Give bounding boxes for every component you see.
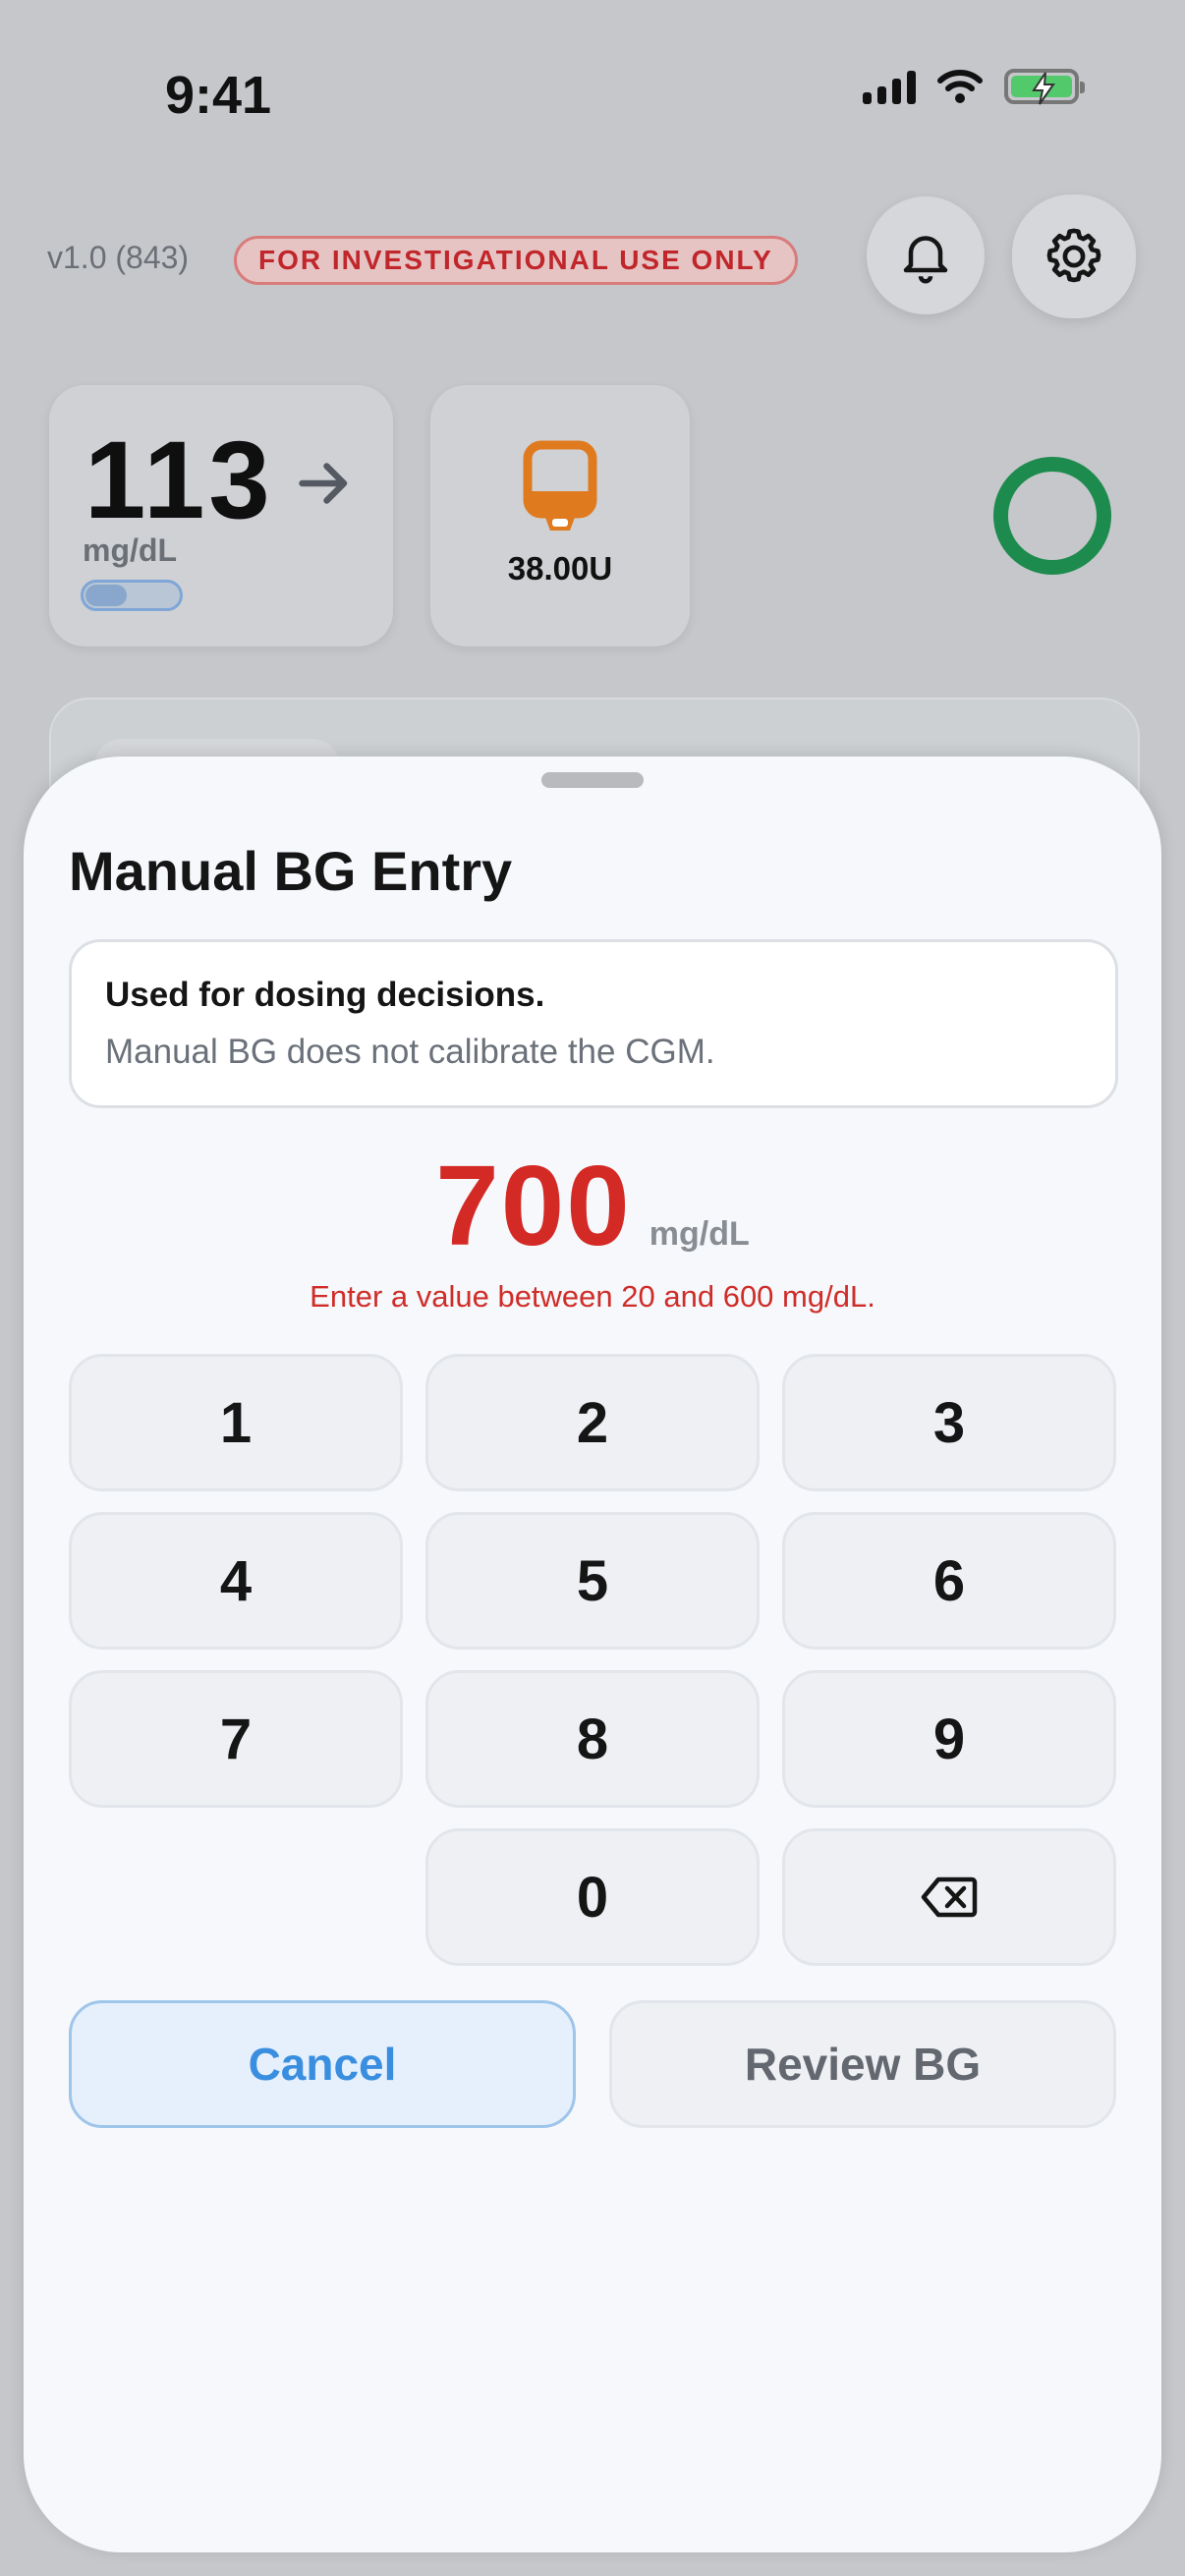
cellular-signal-icon xyxy=(863,69,916,104)
glucose-value: 113 xyxy=(85,419,274,541)
key-8[interactable]: 8 xyxy=(425,1670,760,1808)
key-6[interactable]: 6 xyxy=(782,1512,1116,1650)
key-5[interactable]: 5 xyxy=(425,1512,760,1650)
notifications-button[interactable] xyxy=(867,196,985,314)
backspace-key[interactable] xyxy=(782,1828,1116,1966)
entry-display: 700 mg/dL xyxy=(24,1140,1161,1271)
glucose-unit: mg/dL xyxy=(83,532,177,568)
key-1[interactable]: 1 xyxy=(69,1354,403,1491)
badge-label: FOR INVESTIGATIONAL USE ONLY xyxy=(258,245,773,275)
loop-status-ring[interactable] xyxy=(993,457,1111,575)
sheet-grabber[interactable] xyxy=(541,772,644,788)
info-box: Used for dosing decisions. Manual BG doe… xyxy=(69,939,1118,1108)
info-title: Used for dosing decisions. xyxy=(105,976,545,1014)
pump-card[interactable]: 38.00U xyxy=(430,385,690,646)
key-3[interactable]: 3 xyxy=(782,1354,1116,1491)
validation-error: Enter a value between 20 and 600 mg/dL. xyxy=(310,1279,875,1314)
key-0[interactable]: 0 xyxy=(425,1828,760,1966)
gear-icon xyxy=(1046,228,1101,283)
entry-value: 700 xyxy=(435,1142,632,1269)
wifi-icon xyxy=(937,70,983,103)
app-version: v1.0 (843) xyxy=(47,240,190,275)
manual-bg-sheet: Manual BG Entry Used for dosing decision… xyxy=(24,756,1161,2552)
review-bg-button[interactable]: Review BG xyxy=(609,2000,1116,2128)
reservoir-units: 38.00U xyxy=(507,550,613,587)
backspace-icon xyxy=(921,1876,978,1918)
bell-icon xyxy=(903,236,948,284)
glucose-card[interactable]: 113 mg/dL xyxy=(49,385,393,646)
battery-icon xyxy=(1004,69,1085,105)
key-2[interactable]: 2 xyxy=(425,1354,760,1491)
sheet-title: Manual BG Entry xyxy=(69,840,513,902)
settings-button[interactable] xyxy=(1012,195,1136,318)
investigational-badge: FOR INVESTIGATIONAL USE ONLY xyxy=(234,236,798,285)
key-4[interactable]: 4 xyxy=(69,1512,403,1650)
insulin-reservoir-icon xyxy=(523,440,597,531)
status-icons xyxy=(863,69,1085,105)
info-subtitle: Manual BG does not calibrate the CGM. xyxy=(105,1033,715,1071)
key-7[interactable]: 7 xyxy=(69,1670,403,1808)
arrow-right-icon xyxy=(299,463,348,504)
sensor-progress-toggle xyxy=(81,580,183,611)
key-9[interactable]: 9 xyxy=(782,1670,1116,1808)
entry-unit: mg/dL xyxy=(649,1215,750,1253)
cancel-button[interactable]: Cancel xyxy=(69,2000,576,2128)
status-time: 9:41 xyxy=(165,66,272,125)
